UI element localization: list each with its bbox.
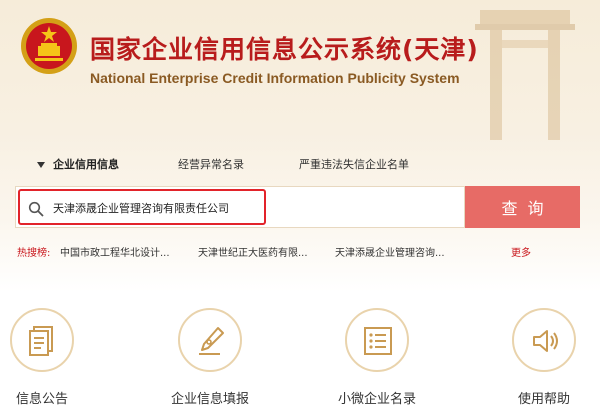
feature-label: 信息公告 [15,392,68,407]
feature-help[interactable]: 使用帮助 [489,308,599,407]
search-button[interactable]: 查询 [465,186,580,228]
feature-label: 使用帮助 [517,392,570,407]
feature-label: 小微企业名录 [337,392,416,407]
tab-serious-violation-list[interactable]: 严重违法失信企业名单 [299,156,409,172]
tab-abnormal-list[interactable]: 经营异常名录 [178,156,244,172]
hot-search-item[interactable]: 天津世纪正大医药有限... [198,244,308,259]
feature-info-fill[interactable]: 企业信息填报 [155,308,265,407]
hot-search-more-link[interactable]: 更多 [511,244,531,259]
feature-notice[interactable]: 信息公告 [0,308,97,407]
document-icon [29,326,53,356]
search-tabs: 企业信用信息 经营异常名录 严重违法失信企业名单 [0,156,600,176]
feature-label: 企业信息填报 [170,392,249,407]
tab-enterprise-credit[interactable]: 企业信用信息 [37,156,119,172]
feature-small-enterprise-list[interactable]: 小微企业名录 [322,308,432,407]
caret-down-icon [37,162,45,168]
hot-search-bar: 热搜榜: [17,244,50,259]
hot-search-item[interactable]: 天津添晟企业管理咨询... [335,244,445,259]
hot-search-item[interactable]: 中国市政工程华北设计... [60,244,170,259]
speaker-icon [533,330,558,352]
site-title: 国家企业信用信息公示系统(天津) [90,35,479,64]
search-input[interactable] [53,198,453,218]
search-icon [28,201,44,217]
national-emblem-icon [21,18,77,74]
hot-search-label: 热搜榜: [17,248,51,259]
site-subtitle: National Enterprise Credit Information P… [90,70,460,86]
list-icon [364,327,392,355]
gate-decoration [475,10,575,140]
pen-icon [199,327,224,355]
